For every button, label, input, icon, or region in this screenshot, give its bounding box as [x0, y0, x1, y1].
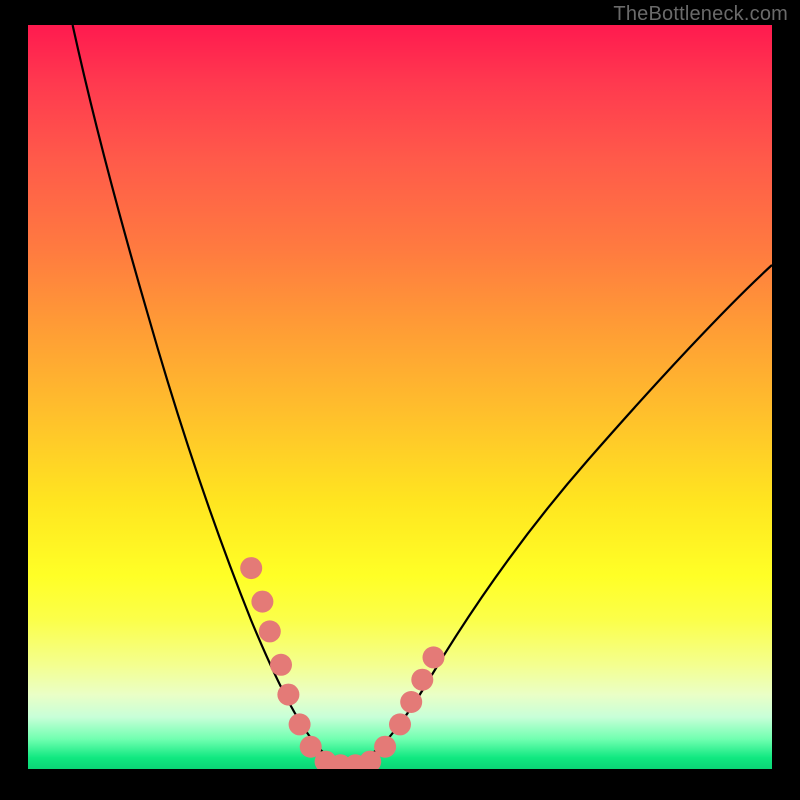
chart-frame: TheBottleneck.com [0, 0, 800, 800]
curve-layer [28, 25, 772, 769]
curve-marker [251, 591, 273, 613]
curve-marker [289, 713, 311, 735]
curve-marker [374, 736, 396, 758]
curve-marker [259, 620, 281, 642]
curve-marker [389, 713, 411, 735]
curve-marker [270, 654, 292, 676]
curve-marker [400, 691, 422, 713]
curve-marker [277, 684, 299, 706]
marker-group [240, 557, 444, 769]
plot-area [28, 25, 772, 769]
bottleneck-curve [73, 25, 772, 763]
curve-marker [411, 669, 433, 691]
watermark-label: TheBottleneck.com [613, 3, 788, 26]
curve-marker [423, 646, 445, 668]
curve-marker [240, 557, 262, 579]
